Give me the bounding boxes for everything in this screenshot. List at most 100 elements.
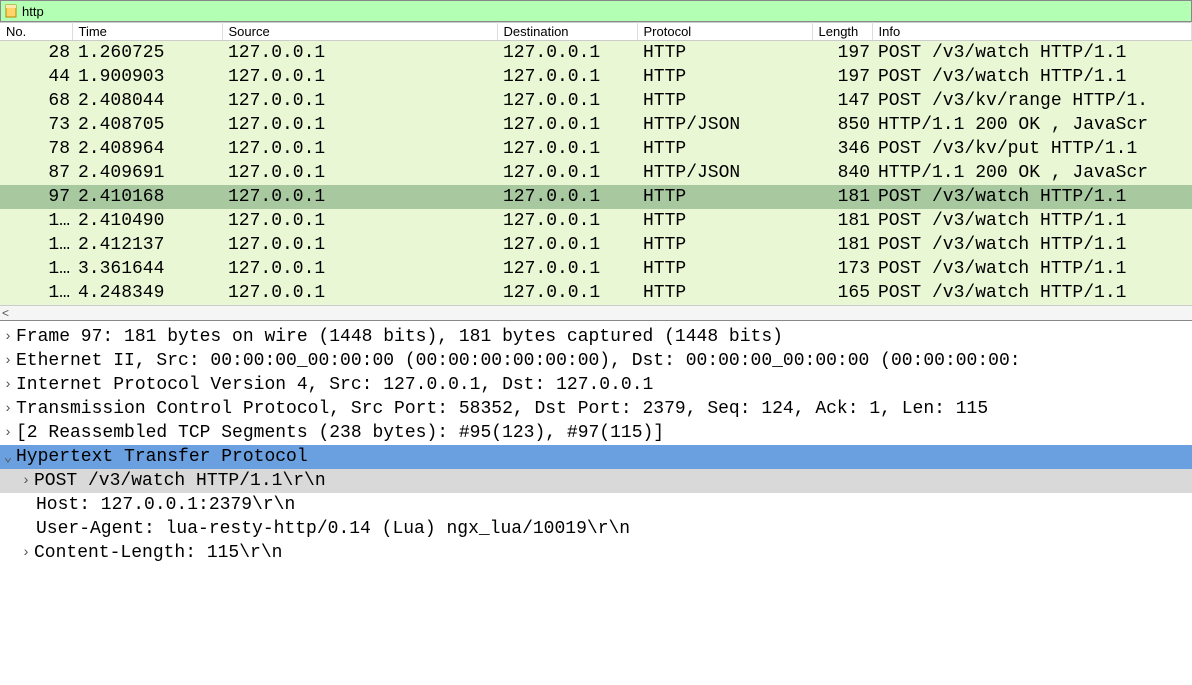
- reassembled-summary: [2 Reassembled TCP Segments (238 bytes):…: [16, 423, 664, 443]
- detail-http-host[interactable]: Host: 127.0.0.1:2379\r\n: [0, 493, 1192, 517]
- detail-reassembled[interactable]: › [2 Reassembled TCP Segments (238 bytes…: [0, 421, 1192, 445]
- display-filter-text[interactable]: http: [22, 4, 44, 19]
- cell-dst: 127.0.0.1: [497, 281, 637, 305]
- packet-row[interactable]: 441.900903127.0.0.1127.0.0.1HTTP197POST …: [0, 65, 1192, 89]
- packet-list-header-row[interactable]: No. Time Source Destination Protocol Len…: [0, 23, 1192, 41]
- cell-no: 1…: [0, 257, 72, 281]
- cell-len: 346: [812, 137, 872, 161]
- cell-proto: HTTP: [637, 137, 812, 161]
- cell-src: 127.0.0.1: [222, 209, 497, 233]
- scroll-left-glyph: <: [2, 306, 9, 320]
- cell-dst: 127.0.0.1: [497, 233, 637, 257]
- chevron-right-icon[interactable]: ›: [18, 473, 34, 489]
- cell-info: POST /v3/watch HTTP/1.1: [872, 185, 1192, 209]
- cell-dst: 127.0.0.1: [497, 209, 637, 233]
- cell-proto: HTTP: [637, 209, 812, 233]
- frame-summary: Frame 97: 181 bytes on wire (1448 bits),…: [16, 327, 783, 347]
- cell-src: 127.0.0.1: [222, 137, 497, 161]
- http-protocol-label: Hypertext Transfer Protocol: [16, 447, 308, 467]
- cell-no: 1…: [0, 281, 72, 305]
- cell-dst: 127.0.0.1: [497, 89, 637, 113]
- packet-row[interactable]: 872.409691127.0.0.1127.0.0.1HTTP/JSON840…: [0, 161, 1192, 185]
- cell-no: 87: [0, 161, 72, 185]
- cell-len: 181: [812, 233, 872, 257]
- chevron-right-icon[interactable]: ›: [0, 425, 16, 441]
- chevron-right-icon[interactable]: ›: [18, 545, 34, 561]
- col-header-length[interactable]: Length: [812, 23, 872, 41]
- chevron-right-icon[interactable]: ›: [0, 377, 16, 393]
- display-filter-bar[interactable]: http: [0, 0, 1192, 22]
- cell-len: 197: [812, 65, 872, 89]
- detail-frame[interactable]: › Frame 97: 181 bytes on wire (1448 bits…: [0, 325, 1192, 349]
- col-header-no[interactable]: No.: [0, 23, 72, 41]
- cell-src: 127.0.0.1: [222, 89, 497, 113]
- cell-no: 44: [0, 65, 72, 89]
- packet-row[interactable]: 682.408044127.0.0.1127.0.0.1HTTP147POST …: [0, 89, 1192, 113]
- http-request-line: POST /v3/watch HTTP/1.1\r\n: [34, 471, 326, 491]
- cell-info: HTTP/1.1 200 OK , JavaScr: [872, 161, 1192, 185]
- packet-details-pane: › Frame 97: 181 bytes on wire (1448 bits…: [0, 321, 1192, 565]
- cell-info: POST /v3/kv/put HTTP/1.1: [872, 137, 1192, 161]
- cell-dst: 127.0.0.1: [497, 41, 637, 66]
- cell-proto: HTTP: [637, 281, 812, 305]
- detail-http-request-line[interactable]: › POST /v3/watch HTTP/1.1\r\n: [0, 469, 1192, 493]
- packet-row[interactable]: 972.410168127.0.0.1127.0.0.1HTTP181POST …: [0, 185, 1192, 209]
- cell-info: POST /v3/watch HTTP/1.1: [872, 209, 1192, 233]
- cell-len: 840: [812, 161, 872, 185]
- col-header-info[interactable]: Info: [872, 23, 1192, 41]
- detail-ip[interactable]: › Internet Protocol Version 4, Src: 127.…: [0, 373, 1192, 397]
- cell-len: 173: [812, 257, 872, 281]
- cell-len: 181: [812, 185, 872, 209]
- col-header-source[interactable]: Source: [222, 23, 497, 41]
- cell-time: 2.408964: [72, 137, 222, 161]
- cell-dst: 127.0.0.1: [497, 137, 637, 161]
- packet-row[interactable]: 1…2.412137127.0.0.1127.0.0.1HTTP181POST …: [0, 233, 1192, 257]
- packet-list-hscroll[interactable]: <: [0, 305, 1192, 321]
- detail-ethernet[interactable]: › Ethernet II, Src: 00:00:00_00:00:00 (0…: [0, 349, 1192, 373]
- http-user-agent-header: User-Agent: lua-resty-http/0.14 (Lua) ng…: [36, 519, 630, 539]
- cell-src: 127.0.0.1: [222, 233, 497, 257]
- detail-http-user-agent[interactable]: User-Agent: lua-resty-http/0.14 (Lua) ng…: [0, 517, 1192, 541]
- detail-tcp[interactable]: › Transmission Control Protocol, Src Por…: [0, 397, 1192, 421]
- chevron-down-icon[interactable]: ⌄: [0, 449, 16, 466]
- cell-src: 127.0.0.1: [222, 65, 497, 89]
- cell-proto: HTTP: [637, 185, 812, 209]
- detail-http-content-length[interactable]: › Content-Length: 115\r\n: [0, 541, 1192, 565]
- cell-time: 2.408044: [72, 89, 222, 113]
- packet-row[interactable]: 732.408705127.0.0.1127.0.0.1HTTP/JSON850…: [0, 113, 1192, 137]
- cell-info: POST /v3/watch HTTP/1.1: [872, 65, 1192, 89]
- cell-time: 2.408705: [72, 113, 222, 137]
- cell-no: 73: [0, 113, 72, 137]
- http-content-length-header: Content-Length: 115\r\n: [34, 543, 282, 563]
- cell-info: POST /v3/watch HTTP/1.1: [872, 281, 1192, 305]
- packet-row[interactable]: 1…2.410490127.0.0.1127.0.0.1HTTP181POST …: [0, 209, 1192, 233]
- cell-no: 97: [0, 185, 72, 209]
- col-header-protocol[interactable]: Protocol: [637, 23, 812, 41]
- cell-src: 127.0.0.1: [222, 185, 497, 209]
- packet-row[interactable]: 1…3.361644127.0.0.1127.0.0.1HTTP173POST …: [0, 257, 1192, 281]
- chevron-right-icon[interactable]: ›: [0, 401, 16, 417]
- chevron-right-icon[interactable]: ›: [0, 353, 16, 369]
- cell-proto: HTTP/JSON: [637, 113, 812, 137]
- packet-row[interactable]: 1…4.248349127.0.0.1127.0.0.1HTTP165POST …: [0, 281, 1192, 305]
- cell-time: 2.410168: [72, 185, 222, 209]
- cell-src: 127.0.0.1: [222, 41, 497, 66]
- packet-row[interactable]: 281.260725127.0.0.1127.0.0.1HTTP197POST …: [0, 41, 1192, 66]
- cell-info: HTTP/1.1 200 OK , JavaScr: [872, 113, 1192, 137]
- bookmark-icon: [4, 4, 18, 18]
- chevron-right-icon[interactable]: ›: [0, 329, 16, 345]
- cell-len: 147: [812, 89, 872, 113]
- col-header-destination[interactable]: Destination: [497, 23, 637, 41]
- cell-time: 2.409691: [72, 161, 222, 185]
- tcp-summary: Transmission Control Protocol, Src Port:…: [16, 399, 988, 419]
- cell-info: POST /v3/watch HTTP/1.1: [872, 233, 1192, 257]
- cell-no: 1…: [0, 209, 72, 233]
- cell-dst: 127.0.0.1: [497, 113, 637, 137]
- col-header-time[interactable]: Time: [72, 23, 222, 41]
- cell-dst: 127.0.0.1: [497, 185, 637, 209]
- cell-info: POST /v3/watch HTTP/1.1: [872, 257, 1192, 281]
- packet-row[interactable]: 782.408964127.0.0.1127.0.0.1HTTP346POST …: [0, 137, 1192, 161]
- cell-time: 3.361644: [72, 257, 222, 281]
- detail-http[interactable]: ⌄ Hypertext Transfer Protocol: [0, 445, 1192, 469]
- cell-proto: HTTP: [637, 257, 812, 281]
